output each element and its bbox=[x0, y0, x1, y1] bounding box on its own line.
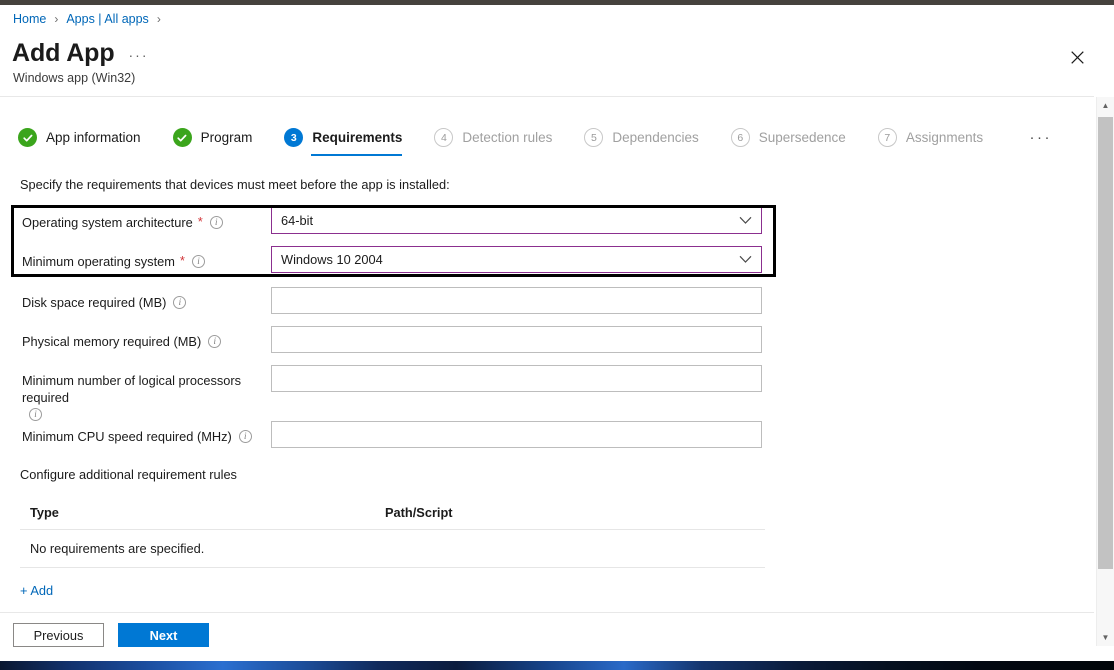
scrollbar-thumb[interactable] bbox=[1098, 117, 1113, 569]
step-complete-icon-2 bbox=[172, 128, 192, 147]
next-button[interactable]: Next bbox=[118, 623, 209, 647]
tab-assignments[interactable]: 7 Assignments bbox=[877, 128, 984, 156]
label-cpu-speed: Minimum CPU speed required (MHz) i bbox=[22, 428, 272, 445]
vertical-scrollbar[interactable]: ▲ ▼ bbox=[1096, 97, 1114, 646]
previous-button[interactable]: Previous bbox=[13, 623, 104, 647]
info-icon-minimum-os[interactable]: i bbox=[191, 255, 205, 268]
step-number-badge-7: 7 bbox=[877, 128, 897, 147]
info-icon-cpu-speed[interactable]: i bbox=[238, 430, 252, 443]
tab-label-requirements: Requirements bbox=[312, 130, 403, 145]
page-header: Add App ··· bbox=[12, 38, 149, 69]
tab-label-program: Program bbox=[200, 130, 253, 145]
label-text-physical-memory: Physical memory required (MB) bbox=[22, 334, 202, 349]
required-marker: * bbox=[197, 214, 203, 229]
control-minimum-os: Windows 10 2004 bbox=[271, 246, 762, 273]
label-text-os-architecture: Operating system architecture bbox=[22, 215, 193, 230]
label-text-logical-processors: Minimum number of logical processors req… bbox=[22, 373, 242, 405]
field-row-logical-processors: Minimum number of logical processors req… bbox=[0, 361, 790, 421]
configure-rules-label: Configure additional requirement rules bbox=[20, 467, 237, 482]
control-os-architecture: 64-bit bbox=[271, 207, 762, 234]
label-logical-processors: Minimum number of logical processors req… bbox=[22, 372, 258, 421]
required-marker-2: * bbox=[179, 253, 185, 268]
footer-divider bbox=[0, 612, 1094, 613]
column-header-type: Type bbox=[30, 505, 59, 520]
breadcrumb-separator-icon-2: › bbox=[156, 12, 161, 26]
input-physical-memory[interactable] bbox=[271, 326, 762, 353]
control-logical-processors bbox=[271, 365, 762, 392]
desktop-wallpaper-strip bbox=[0, 661, 1114, 670]
control-disk-space bbox=[271, 287, 762, 314]
label-text-minimum-os: Minimum operating system bbox=[22, 254, 175, 269]
tab-label-app-information: App information bbox=[46, 130, 141, 145]
label-minimum-os: Minimum operating system * i bbox=[22, 253, 272, 270]
tab-label-assignments: Assignments bbox=[905, 130, 984, 145]
info-icon-os-architecture[interactable]: i bbox=[209, 216, 223, 229]
column-header-path-script: Path/Script bbox=[385, 505, 453, 520]
chevron-down-icon-2 bbox=[739, 255, 752, 264]
page-subtitle: Windows app (Win32) bbox=[13, 71, 136, 85]
control-cpu-speed bbox=[271, 421, 762, 448]
page-title: Add App bbox=[12, 39, 115, 67]
window-chrome-strip bbox=[0, 0, 1114, 5]
app-root: Home › Apps | All apps › Add App ··· Win… bbox=[0, 0, 1114, 670]
input-cpu-speed[interactable] bbox=[271, 421, 762, 448]
field-row-cpu-speed: Minimum CPU speed required (MHz) i bbox=[0, 417, 790, 456]
step-complete-icon bbox=[18, 128, 37, 147]
step-number-badge-3: 3 bbox=[284, 128, 304, 147]
info-icon-disk-space[interactable]: i bbox=[173, 296, 187, 309]
tab-supersedence[interactable]: 6 Supersedence bbox=[730, 128, 846, 156]
table-empty-message: No requirements are specified. bbox=[30, 541, 205, 556]
table-row: No requirements are specified. bbox=[20, 530, 765, 568]
tab-detection-rules[interactable]: 4 Detection rules bbox=[434, 128, 552, 156]
tab-requirements[interactable]: 3 Requirements bbox=[284, 128, 403, 156]
field-row-minimum-os: Minimum operating system * i Windows 10 … bbox=[0, 244, 790, 283]
step-number-badge-6: 6 bbox=[730, 128, 750, 147]
select-value-os-architecture: 64-bit bbox=[281, 213, 314, 228]
label-disk-space: Disk space required (MB) i bbox=[22, 294, 272, 311]
wizard-steps: App information Program 3 Requirements 4… bbox=[18, 128, 1078, 156]
field-row-physical-memory: Physical memory required (MB) i bbox=[0, 322, 790, 361]
header-divider bbox=[0, 96, 1094, 97]
breadcrumb-separator-icon: › bbox=[54, 12, 59, 26]
tab-label-supersedence: Supersedence bbox=[758, 130, 846, 145]
input-disk-space[interactable] bbox=[271, 287, 762, 314]
chevron-down-icon bbox=[739, 216, 752, 225]
tabs-overflow-button[interactable]: ··· bbox=[1030, 129, 1053, 155]
tab-label-detection-rules: Detection rules bbox=[462, 130, 553, 145]
tab-label-dependencies: Dependencies bbox=[612, 130, 699, 145]
step-number-badge-5: 5 bbox=[584, 128, 604, 147]
breadcrumb-item-apps-all-apps[interactable]: Apps | All apps bbox=[66, 12, 148, 26]
input-logical-processors[interactable] bbox=[271, 365, 762, 392]
select-minimum-os[interactable]: Windows 10 2004 bbox=[271, 246, 762, 273]
breadcrumb-item-home[interactable]: Home bbox=[13, 12, 46, 26]
label-physical-memory: Physical memory required (MB) i bbox=[22, 333, 272, 350]
page-more-actions-button[interactable]: ··· bbox=[129, 47, 149, 63]
requirements-intro-text: Specify the requirements that devices mu… bbox=[20, 177, 450, 192]
step-number-badge-4: 4 bbox=[434, 128, 454, 147]
scroll-down-icon[interactable]: ▼ bbox=[1097, 629, 1114, 646]
select-os-architecture[interactable]: 64-bit bbox=[271, 207, 762, 234]
breadcrumb: Home › Apps | All apps › bbox=[13, 12, 169, 26]
tab-program[interactable]: Program bbox=[172, 128, 253, 156]
tab-dependencies[interactable]: 5 Dependencies bbox=[584, 128, 699, 156]
field-row-disk-space: Disk space required (MB) i bbox=[0, 283, 790, 322]
field-row-os-architecture: Operating system architecture * i 64-bit bbox=[0, 205, 790, 244]
label-os-architecture: Operating system architecture * i bbox=[22, 214, 272, 231]
control-physical-memory bbox=[271, 326, 762, 353]
info-icon-physical-memory[interactable]: i bbox=[208, 335, 222, 348]
close-icon bbox=[1070, 50, 1084, 64]
select-value-minimum-os: Windows 10 2004 bbox=[281, 252, 383, 267]
tab-app-information[interactable]: App information bbox=[18, 128, 141, 156]
requirement-rules-table: Type Path/Script No requirements are spe… bbox=[20, 505, 765, 568]
scroll-up-icon[interactable]: ▲ bbox=[1097, 97, 1114, 114]
label-text-cpu-speed: Minimum CPU speed required (MHz) bbox=[22, 429, 232, 444]
close-button[interactable] bbox=[1063, 43, 1091, 71]
add-requirement-rule-link[interactable]: + Add bbox=[20, 583, 53, 598]
label-text-disk-space: Disk space required (MB) bbox=[22, 295, 167, 310]
table-header-row: Type Path/Script bbox=[20, 505, 765, 530]
wizard-footer: Previous Next bbox=[13, 623, 209, 647]
requirements-form: Operating system architecture * i 64-bit… bbox=[0, 205, 790, 456]
